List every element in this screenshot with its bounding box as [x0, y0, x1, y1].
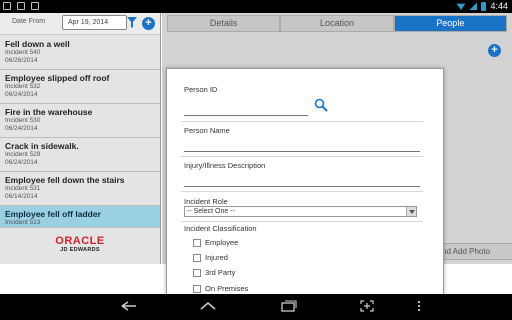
divider	[181, 191, 423, 192]
incident-row[interactable]: Fell down a well Incident 540 06/26/2014	[0, 36, 160, 70]
android-nav-bar	[0, 294, 512, 320]
date-filter: Date From Apr 19, 2014 +	[0, 13, 160, 35]
person-id-label: Person ID	[184, 85, 218, 94]
date-from-field[interactable]: Apr 19, 2014	[62, 15, 127, 30]
divider	[181, 121, 423, 122]
checkbox-on-premises[interactable]: On Premises	[193, 284, 248, 293]
overflow-menu-icon[interactable]	[416, 300, 422, 312]
tab-details[interactable]: Details	[167, 15, 281, 32]
incident-list-panel: Date From Apr 19, 2014 + Fell down a wel…	[0, 13, 161, 264]
injury-description-input[interactable]	[184, 186, 420, 187]
checkbox[interactable]	[193, 284, 201, 293]
notification-icon	[3, 2, 11, 10]
add-incident-button[interactable]: +	[142, 17, 155, 30]
incident-list: Fell down a well Incident 540 06/26/2014…	[0, 36, 160, 228]
person-name-label: Person Name	[184, 126, 230, 135]
incident-role-value: -- Select One --	[187, 208, 235, 215]
oracle-jde-logo: ORACLE JD EDWARDS	[55, 235, 105, 253]
incident-row[interactable]: Fire in the warehouse Incident 530 06/24…	[0, 104, 160, 138]
incident-row[interactable]: Employee slipped off roof Incident 532 0…	[0, 70, 160, 104]
incident-row[interactable]: Crack in sidewalk. Incident 528 06/24/20…	[0, 138, 160, 172]
add-person-button[interactable]: +	[488, 44, 501, 57]
notification-icons	[3, 2, 39, 10]
back-icon[interactable]	[120, 300, 138, 312]
filter-icon[interactable]	[127, 17, 137, 28]
incident-classification-label: Incident Classification	[184, 224, 257, 233]
recent-apps-icon[interactable]	[281, 300, 297, 312]
person-id-input[interactable]	[184, 115, 308, 116]
signal-icon	[469, 2, 478, 10]
chevron-down-icon	[406, 207, 416, 216]
battery-icon	[481, 1, 487, 11]
incident-role-label: Incident Role	[184, 197, 228, 206]
person-name-input[interactable]	[184, 151, 420, 152]
mail-icon	[31, 2, 39, 10]
image-icon	[17, 2, 25, 10]
checkbox[interactable]	[193, 238, 201, 247]
checkbox-injured[interactable]: Injured	[193, 253, 228, 262]
injury-label: Injury/Illness Description	[184, 161, 266, 170]
wifi-icon	[456, 3, 466, 10]
incident-row-selected[interactable]: Employee fell off ladder Incident 513	[0, 206, 160, 228]
checkbox[interactable]	[193, 268, 201, 277]
status-right: 4:44	[456, 1, 508, 11]
add-photo-button[interactable]: nd Add Photo	[433, 243, 512, 260]
search-icon[interactable]	[314, 98, 328, 112]
tab-people[interactable]: People	[393, 15, 507, 32]
date-from-label: Date From	[12, 18, 46, 25]
checkbox-employee[interactable]: Employee	[193, 238, 238, 247]
incident-role-select[interactable]: -- Select One --	[184, 206, 417, 217]
divider	[181, 156, 423, 157]
home-icon[interactable]	[199, 300, 217, 312]
incident-row[interactable]: Employee fell down the stairs Incident 5…	[0, 172, 160, 206]
checkbox-3rd-party[interactable]: 3rd Party	[193, 268, 235, 277]
checkbox[interactable]	[193, 253, 201, 262]
clock: 4:44	[490, 1, 508, 11]
tab-location[interactable]: Location	[280, 15, 394, 32]
divider	[181, 221, 423, 222]
tab-bar: Details Location People	[167, 15, 507, 32]
screenshot-icon[interactable]	[360, 300, 374, 312]
status-bar: 4:44	[0, 0, 512, 13]
person-dialog: Person ID Person Name Injury/Illness Des…	[166, 68, 444, 295]
